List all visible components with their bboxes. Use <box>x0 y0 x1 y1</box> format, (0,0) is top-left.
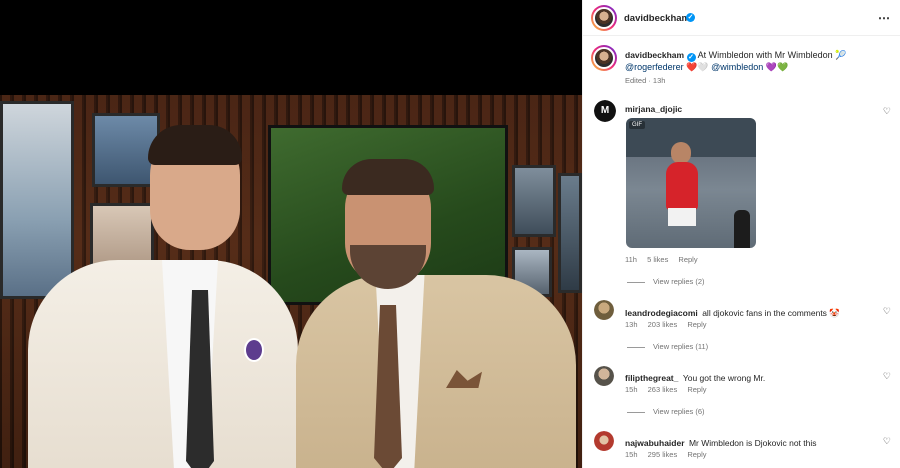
wall-photo <box>512 165 556 237</box>
commenter-avatar[interactable] <box>594 300 614 320</box>
comment-time: 13h <box>625 320 638 329</box>
commenter-avatar-image <box>594 300 614 320</box>
commenter-username[interactable]: mirjana_djojic <box>625 104 682 114</box>
comment-likes[interactable]: 295 likes <box>648 450 678 459</box>
comment-meta: 13h 203 likes Reply <box>625 320 715 329</box>
comment-meta: 15h 263 likes Reply <box>625 385 715 394</box>
reply-button[interactable]: Reply <box>678 255 697 264</box>
commenter-avatar-image: M <box>594 100 616 122</box>
comment-meta: 11h 5 likes Reply <box>625 255 706 264</box>
caption-username[interactable]: davidbeckham <box>625 50 684 60</box>
commenter-username[interactable]: leandrodegiacomi <box>625 308 698 318</box>
comment-time: 15h <box>625 450 638 459</box>
comment-body: leandrodegiacomi all djokovic fans in th… <box>625 303 875 321</box>
left-man-jacket <box>28 260 298 468</box>
comment-likes[interactable]: 203 likes <box>648 320 678 329</box>
reply-button[interactable]: Reply <box>687 385 706 394</box>
like-heart-icon[interactable]: ♡ <box>883 106 891 117</box>
author-avatar-image <box>593 7 615 29</box>
replies-divider <box>627 346 645 348</box>
commenter-avatar[interactable] <box>594 431 614 451</box>
like-heart-icon[interactable]: ♡ <box>883 371 891 382</box>
mention-wimbledon[interactable]: @wimbledon <box>711 62 763 72</box>
mention-rogerfederer[interactable]: @rogerfederer <box>625 62 684 72</box>
gif-background-person <box>734 210 750 248</box>
verified-icon: ✓ <box>686 13 695 22</box>
comment-time: 15h <box>625 385 638 394</box>
commenter-avatar[interactable] <box>594 366 614 386</box>
caption-text: davidbeckham ✓ At Wimbledon with Mr Wimb… <box>625 49 893 73</box>
caption-avatar[interactable] <box>591 45 617 71</box>
comment-likes[interactable]: 5 likes <box>647 255 668 264</box>
replies-divider <box>627 281 645 283</box>
comment-text: all djokovic fans in the comments 🤡 <box>702 308 840 318</box>
comment-likes[interactable]: 263 likes <box>648 385 678 394</box>
wall-photo <box>558 173 582 293</box>
view-replies-button[interactable]: View replies (2) <box>627 277 705 286</box>
comment-body: najwabuhaider Mr Wimbledon is Djokovic n… <box>625 433 875 451</box>
more-options-icon[interactable]: ⋯ <box>878 11 891 25</box>
post-photo[interactable] <box>0 95 582 468</box>
commenter-username[interactable]: filipthegreat_ <box>625 373 678 383</box>
commenter-username[interactable]: najwabuhaider <box>625 438 685 448</box>
post-media[interactable] <box>0 0 582 468</box>
caption-emoji: 💜💚 <box>765 62 789 72</box>
comment-text: Mr Wimbledon is Djokovic not this <box>688 438 817 448</box>
gif-tennis-player <box>656 140 706 248</box>
like-heart-icon[interactable]: ♡ <box>883 306 891 317</box>
reply-button[interactable]: Reply <box>687 320 706 329</box>
comment-gif[interactable]: GIF <box>626 118 756 248</box>
caption-body: At Wimbledon with Mr Wimbledon 🎾 <box>697 50 847 60</box>
verified-icon: ✓ <box>686 53 696 62</box>
replies-divider <box>627 411 645 413</box>
reply-button[interactable]: Reply <box>687 450 706 459</box>
view-replies-label: View replies (11) <box>653 342 709 351</box>
right-man-hair <box>342 159 434 195</box>
comment-meta: 15h 295 likes Reply <box>625 450 715 459</box>
view-replies-button[interactable]: View replies (11) <box>627 342 708 351</box>
author-username[interactable]: davidbeckham <box>624 13 690 24</box>
post-header: davidbeckham ✓ ⋯ <box>583 0 900 36</box>
caption-avatar-image <box>593 47 615 69</box>
like-heart-icon[interactable]: ♡ <box>883 436 891 447</box>
gif-player-head <box>671 142 691 164</box>
left-man-hair <box>148 125 242 165</box>
author-avatar[interactable] <box>591 5 617 31</box>
commenter-avatar-image <box>594 366 614 386</box>
view-replies-button[interactable]: View replies (6) <box>627 407 705 416</box>
gif-player-shorts <box>668 208 696 226</box>
view-replies-label: View replies (2) <box>653 277 705 286</box>
gif-player-shirt <box>666 162 698 210</box>
lapel-badge <box>244 338 264 362</box>
gif-tag: GIF <box>629 121 645 129</box>
caption-emoji: ❤️🤍 <box>686 62 709 72</box>
right-man-jacket <box>296 275 576 468</box>
post-side-panel: davidbeckham ✓ ⋯ davidbeckham ✓ At Wimbl… <box>582 0 900 468</box>
view-replies-label: View replies (6) <box>653 407 705 416</box>
caption-edited-timestamp: Edited · 13h <box>625 76 666 85</box>
wall-photo <box>0 101 74 299</box>
commenter-avatar-image <box>594 431 614 451</box>
comment-body: filipthegreat_ You got the wrong Mr. <box>625 368 875 386</box>
comment-time: 11h <box>625 255 637 264</box>
comment-text: You got the wrong Mr. <box>682 373 766 383</box>
commenter-avatar[interactable]: M <box>594 100 616 122</box>
